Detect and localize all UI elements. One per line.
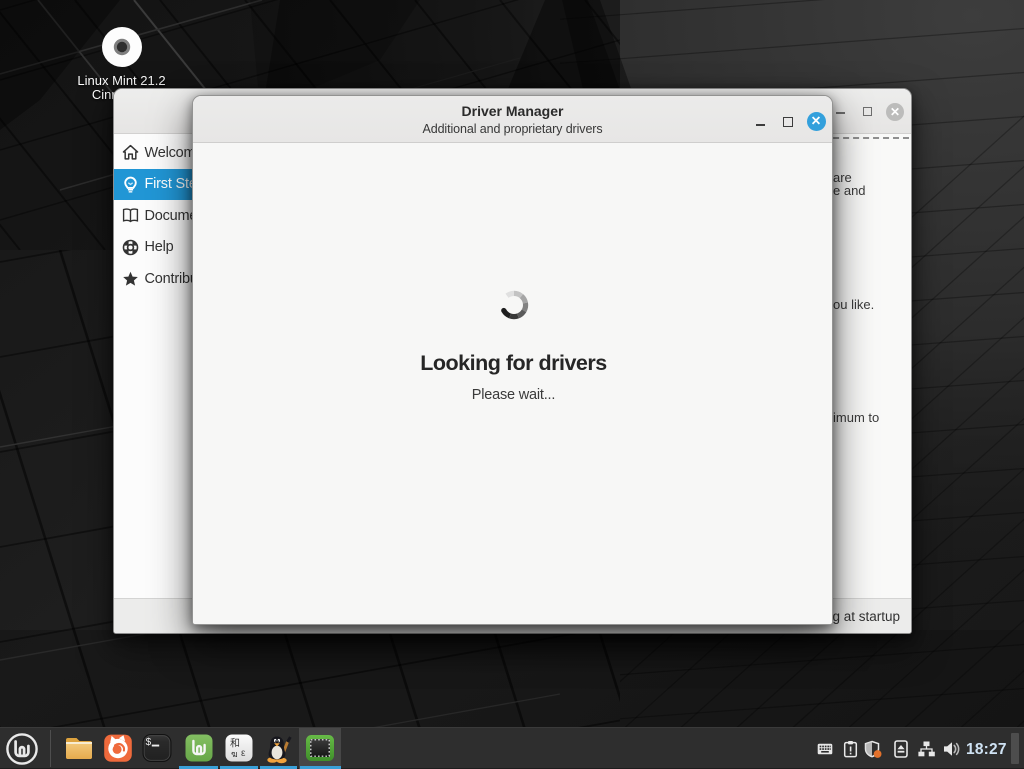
svg-text:和: 和 xyxy=(230,738,240,750)
svg-text:ε: ε xyxy=(241,748,246,759)
svg-text:ฆ: ฆ xyxy=(231,749,238,759)
svg-text:$: $ xyxy=(146,737,152,748)
